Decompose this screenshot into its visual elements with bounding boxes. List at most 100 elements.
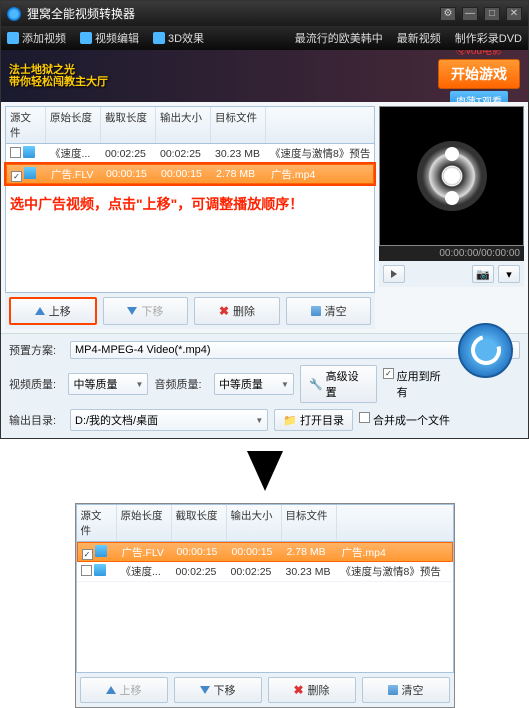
cell-size: 2.78 MB <box>283 544 338 560</box>
file-table: 源文件 原始长度 截取长度 输出大小 目标文件 《速度...00:02:2500… <box>5 106 375 293</box>
settings-panel: 预置方案: MP4-MPEG-4 Video(*.mp4)▼ 视频质量: 中等质… <box>1 333 528 438</box>
table-body: 《速度...00:02:2500:02:2530.23 MB《速度与激情8》预告… <box>6 144 374 292</box>
window-title: 狸窝全能视频转换器 <box>27 5 434 22</box>
cell-d2: 00:02:25 <box>227 564 282 580</box>
col-orig-len[interactable]: 原始长度 <box>46 107 101 143</box>
link-3[interactable]: 制作彩录DVD <box>455 30 522 46</box>
move-down-button[interactable]: 下移 <box>103 297 189 325</box>
delete-button-2[interactable]: ✖删除 <box>268 677 356 703</box>
cell-d1: 00:02:25 <box>172 564 227 580</box>
cell-name: 《速度... <box>117 562 172 581</box>
up-arrow-icon <box>35 307 45 315</box>
row-checkbox[interactable] <box>10 147 21 158</box>
clear-icon <box>388 685 398 695</box>
cell-d2: 00:02:25 <box>156 146 211 162</box>
cell-target: 广告.mp4 <box>338 543 452 562</box>
play-button[interactable] <box>383 265 405 283</box>
mini-ad-button[interactable]: 肉蒲T观看 <box>450 91 508 102</box>
file-icon <box>94 564 106 576</box>
settings-button[interactable]: ⚙ <box>440 7 456 21</box>
merge-checkbox[interactable]: 合并成一个文件 <box>359 412 450 428</box>
advanced-button[interactable]: 🔧高级设置 <box>300 365 377 403</box>
move-down-button-2[interactable]: 下移 <box>174 677 262 703</box>
annotation-text: 选中广告视频，点击"上移"，可调整播放顺序！ <box>6 184 374 224</box>
row-checkbox[interactable]: ✓ <box>82 549 93 560</box>
clear-icon <box>311 306 321 316</box>
file-icon <box>95 545 107 557</box>
table-header-2: 源文件 原始长度 截取长度 输出大小 目标文件 <box>77 505 453 542</box>
button-row: 上移 下移 ✖删除 清空 <box>5 293 375 329</box>
play-icon <box>391 270 397 278</box>
cell-name: 广告.FLV <box>47 165 102 184</box>
cell-size: 30.23 MB <box>211 146 266 162</box>
col-clip-len[interactable]: 截取长度 <box>101 107 156 143</box>
link-1[interactable]: 最流行的欧美韩中 <box>295 30 383 46</box>
table-row[interactable]: 《速度...00:02:2500:02:2530.23 MB《速度与激情8》预告 <box>6 144 374 164</box>
cell-target: 《速度与激情8》预告 <box>266 144 374 163</box>
move-up-button-2[interactable]: 上移 <box>80 677 168 703</box>
aq-select[interactable]: 中等质量▼ <box>214 373 294 395</box>
table-body-2: ✓广告.FLV00:00:1500:00:152.78 MB广告.mp4《速度.… <box>77 542 453 672</box>
col-size[interactable]: 输出大小 <box>156 107 211 143</box>
ad-banner[interactable]: 法士地狱之光 带你轻松闯教主大厅 Ⓠvod电影 开始游戏 肉蒲T观看 <box>1 50 528 102</box>
x-icon: ✖ <box>293 683 303 697</box>
convert-button[interactable] <box>458 323 513 378</box>
cell-d2: 00:00:15 <box>157 166 212 182</box>
film-reel-icon <box>417 141 487 211</box>
col-source[interactable]: 源文件 <box>6 107 46 143</box>
row-checkbox[interactable]: ✓ <box>11 171 22 182</box>
vq-select[interactable]: 中等质量▼ <box>68 373 148 395</box>
video-edit-button[interactable]: 视频编辑 <box>80 30 139 46</box>
snapshot-button[interactable]: 📷 <box>472 265 494 283</box>
table-row[interactable]: 《速度...00:02:2500:02:2530.23 MB《速度与激情8》预告 <box>77 562 453 582</box>
up-arrow-icon <box>106 686 116 694</box>
file-icon <box>24 167 36 179</box>
app-logo-icon <box>7 7 21 21</box>
table-row[interactable]: ✓广告.FLV00:00:1500:00:152.78 MB广告.mp4 <box>77 542 453 562</box>
preset-select[interactable]: MP4-MPEG-4 Video(*.mp4)▼ <box>70 341 520 359</box>
cell-d1: 00:02:25 <box>101 146 156 162</box>
vod-label: Ⓠvod电影 <box>456 50 502 57</box>
preset-label: 预置方案: <box>9 342 64 358</box>
convert-icon <box>465 330 506 371</box>
aq-label: 音频质量: <box>154 376 207 392</box>
link-2[interactable]: 最新视频 <box>397 30 441 46</box>
out-path[interactable]: D:/我的文档/桌面▼ <box>70 409 268 431</box>
file-icon <box>23 146 35 158</box>
clear-button-2[interactable]: 清空 <box>362 677 450 703</box>
delete-button[interactable]: ✖删除 <box>194 297 280 325</box>
apply-all-checkbox[interactable]: ✓应用到所有 <box>383 368 450 400</box>
close-button[interactable]: ✕ <box>506 7 522 21</box>
big-arrow-icon <box>247 451 283 491</box>
col-target[interactable]: 目标文件 <box>211 107 266 143</box>
cell-target: 《速度与激情8》预告 <box>337 562 453 581</box>
add-video-button[interactable]: 添加视频 <box>7 30 66 46</box>
edit-icon <box>80 32 92 44</box>
open-dir-button[interactable]: 📁打开目录 <box>274 409 353 431</box>
player-menu-button[interactable]: ▾ <box>498 265 520 283</box>
table-header: 源文件 原始长度 截取长度 输出大小 目标文件 <box>6 107 374 144</box>
plus-icon <box>7 32 19 44</box>
out-label: 输出目录: <box>9 412 64 428</box>
button-row-2: 上移 下移 ✖删除 清空 <box>76 673 454 707</box>
3d-icon <box>153 32 165 44</box>
table-row[interactable]: ✓广告.FLV00:00:1500:00:152.78 MB广告.mp4 <box>6 164 374 184</box>
row-checkbox[interactable] <box>81 565 92 576</box>
move-up-button[interactable]: 上移 <box>9 297 97 325</box>
3d-effect-button[interactable]: 3D效果 <box>153 30 204 46</box>
result-window: 源文件 原始长度 截取长度 输出大小 目标文件 ✓广告.FLV00:00:150… <box>75 503 455 708</box>
cell-size: 2.78 MB <box>212 166 267 182</box>
down-arrow-icon <box>127 307 137 315</box>
maximize-button[interactable]: □ <box>484 7 500 21</box>
banner-text: 法士地狱之光 带你轻松闯教主大厅 <box>9 64 108 88</box>
titlebar: 狸窝全能视频转换器 ⚙ — □ ✕ <box>1 1 528 26</box>
minimize-button[interactable]: — <box>462 7 478 21</box>
down-arrow-icon <box>200 686 210 694</box>
main-window: 狸窝全能视频转换器 ⚙ — □ ✕ 添加视频 视频编辑 3D效果 最流行的欧美韩… <box>0 0 529 439</box>
clear-button[interactable]: 清空 <box>286 297 372 325</box>
cell-d2: 00:00:15 <box>228 544 283 560</box>
player-controls: 📷 ▾ <box>379 261 524 287</box>
cell-name: 《速度... <box>46 144 101 163</box>
start-game-button[interactable]: 开始游戏 <box>438 59 520 89</box>
toolbar: 添加视频 视频编辑 3D效果 最流行的欧美韩中 最新视频 制作彩录DVD <box>1 26 528 50</box>
